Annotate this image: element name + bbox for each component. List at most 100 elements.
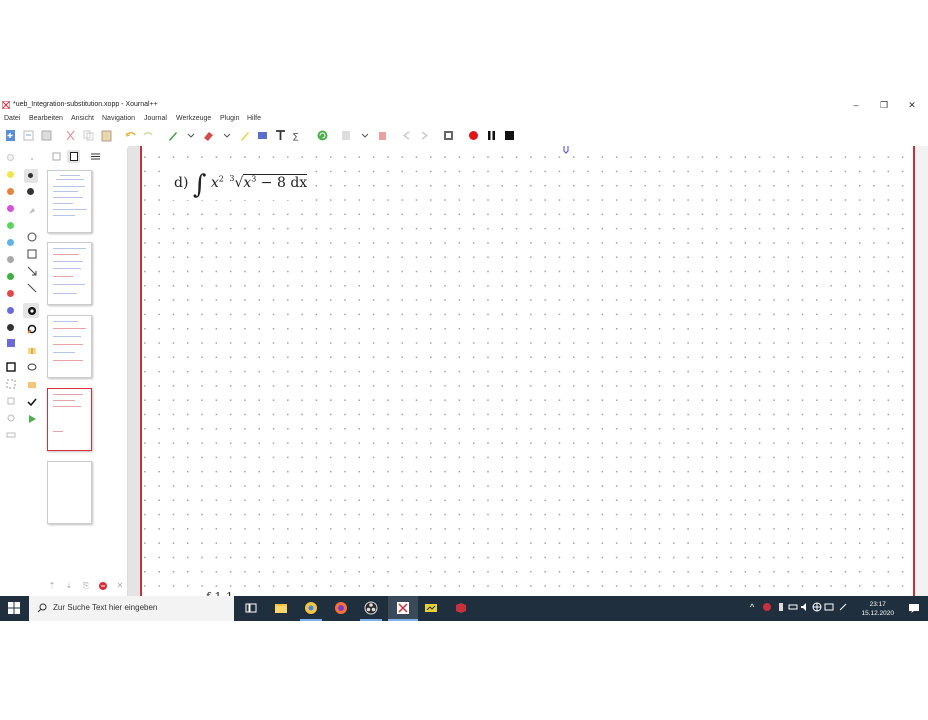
menu-hilfe[interactable]: Hilfe (247, 115, 261, 122)
color-gray[interactable] (7, 256, 14, 263)
maximize-button[interactable]: ❐ (874, 99, 894, 111)
firefox-icon[interactable] (334, 601, 348, 615)
refresh-icon[interactable] (316, 129, 329, 142)
layers-view-icon[interactable] (52, 152, 61, 161)
page-thumbnail-5[interactable] (47, 461, 92, 524)
line-icon[interactable] (27, 283, 37, 293)
stop-icon[interactable] (503, 129, 516, 142)
pen-options-chevron-icon[interactable] (184, 129, 197, 142)
volume-icon[interactable] (800, 602, 810, 612)
arrow-icon[interactable] (27, 266, 37, 276)
page-thumbnail-3[interactable] (47, 315, 92, 378)
thick-line-icon[interactable] (27, 188, 34, 195)
thin-line-icon[interactable] (27, 154, 37, 164)
new-document-icon[interactable] (4, 129, 17, 142)
app-yellow-icon[interactable] (424, 601, 438, 615)
rectangle-icon[interactable] (27, 249, 37, 259)
notification-icon[interactable] (908, 602, 920, 614)
record-icon[interactable] (467, 129, 480, 142)
eraser-options-chevron-icon[interactable] (220, 129, 233, 142)
color-green[interactable] (7, 273, 14, 280)
usb-icon[interactable] (776, 602, 786, 612)
app-red-icon[interactable] (454, 601, 468, 615)
tray-app-icon[interactable] (762, 602, 772, 612)
page-layout-icon[interactable] (6, 430, 16, 440)
next-page-icon[interactable] (418, 129, 431, 142)
highlighter-icon[interactable] (238, 129, 251, 142)
color-blue[interactable] (7, 307, 14, 314)
delete-page-circle-icon[interactable] (98, 581, 108, 591)
taskbar-search-box[interactable]: Zur Suche Text hier eingeben (29, 596, 234, 621)
canvas-area[interactable]: d) ∫ x2 3√x3 − 8 dx f 1 1 (128, 146, 928, 606)
eraser-icon[interactable] (202, 129, 215, 142)
image-icon[interactable] (256, 129, 269, 142)
select-region-icon[interactable] (6, 379, 16, 389)
ellipse-icon[interactable] (27, 232, 37, 242)
pages-view-button[interactable] (67, 150, 80, 163)
task-view-icon[interactable] (244, 601, 258, 615)
battery-icon[interactable] (788, 602, 798, 612)
color-black[interactable] (7, 324, 14, 331)
paste-icon[interactable] (100, 129, 113, 142)
color-custom[interactable] (7, 339, 15, 347)
sticky-note-icon[interactable] (27, 380, 37, 390)
check-icon[interactable] (27, 397, 37, 407)
text-cursor-icon[interactable] (27, 346, 37, 356)
file-explorer-icon[interactable] (274, 601, 288, 615)
menu-bearbeiten[interactable]: Bearbeiten (29, 115, 63, 122)
tray-expand-icon[interactable]: ^ (750, 602, 754, 612)
pause-icon[interactable] (485, 129, 498, 142)
save-icon[interactable] (40, 129, 53, 142)
spline-icon[interactable] (27, 324, 37, 334)
text-tool-icon[interactable] (274, 129, 287, 142)
copy-page-icon[interactable]: ⎘ (81, 581, 91, 591)
color-yellow[interactable] (7, 171, 14, 178)
page-thumbnail-2[interactable] (47, 242, 92, 305)
move-page-up-icon[interactable]: ⇡ (47, 581, 57, 591)
stack-view-icon[interactable] (90, 151, 101, 162)
pen-icon[interactable] (166, 129, 179, 142)
color-orange[interactable] (7, 188, 14, 195)
menu-plugin[interactable]: Plugin (220, 115, 239, 122)
open-file-icon[interactable] (22, 129, 35, 142)
chrome-icon[interactable] (304, 601, 318, 615)
color-light-blue[interactable] (7, 239, 14, 246)
close-preview-icon[interactable]: ✕ (115, 581, 125, 591)
copy-icon[interactable] (82, 129, 95, 142)
language-icon[interactable] (824, 602, 834, 612)
obs-icon[interactable] (364, 601, 378, 615)
fullscreen-icon[interactable] (442, 129, 455, 142)
taskbar-clock[interactable]: 23:17 15.12.2020 (861, 600, 894, 618)
page-insert-icon[interactable] (340, 129, 353, 142)
menu-datei[interactable]: Datei (4, 115, 20, 122)
color-red[interactable] (7, 290, 14, 297)
color-white[interactable] (7, 154, 14, 161)
menu-ansicht[interactable]: Ansicht (71, 115, 94, 122)
lasso-icon[interactable] (27, 363, 37, 373)
page-thumbnail-1[interactable] (47, 170, 92, 233)
undo-icon[interactable] (124, 129, 137, 142)
play-object-icon[interactable] (27, 414, 37, 424)
latex-icon[interactable]: ∑ (292, 129, 305, 142)
color-light-green[interactable] (7, 222, 14, 229)
color-magenta[interactable] (7, 205, 14, 212)
xournal-taskbar-button[interactable] (388, 596, 418, 621)
select-object-icon[interactable] (6, 396, 16, 406)
minimize-button[interactable]: – (846, 99, 866, 111)
menu-journal[interactable]: Journal (144, 115, 167, 122)
fill-icon[interactable] (27, 206, 37, 216)
windows-start-icon[interactable] (8, 602, 20, 614)
cut-icon[interactable] (64, 129, 77, 142)
menu-werkzeuge[interactable]: Werkzeuge (176, 115, 211, 122)
select-rect-icon[interactable] (6, 362, 16, 372)
menu-navigation[interactable]: Navigation (102, 115, 135, 122)
page-thumbnail-4[interactable] (47, 388, 92, 451)
previous-page-icon[interactable] (400, 129, 413, 142)
move-page-down-icon[interactable]: ⇣ (64, 581, 74, 591)
close-button[interactable]: ✕ (902, 99, 922, 111)
page-options-chevron-icon[interactable] (358, 129, 371, 142)
pen-tray-icon[interactable] (838, 602, 848, 612)
hand-icon[interactable] (6, 413, 16, 423)
redo-icon[interactable] (142, 129, 155, 142)
delete-page-icon[interactable] (376, 129, 389, 142)
